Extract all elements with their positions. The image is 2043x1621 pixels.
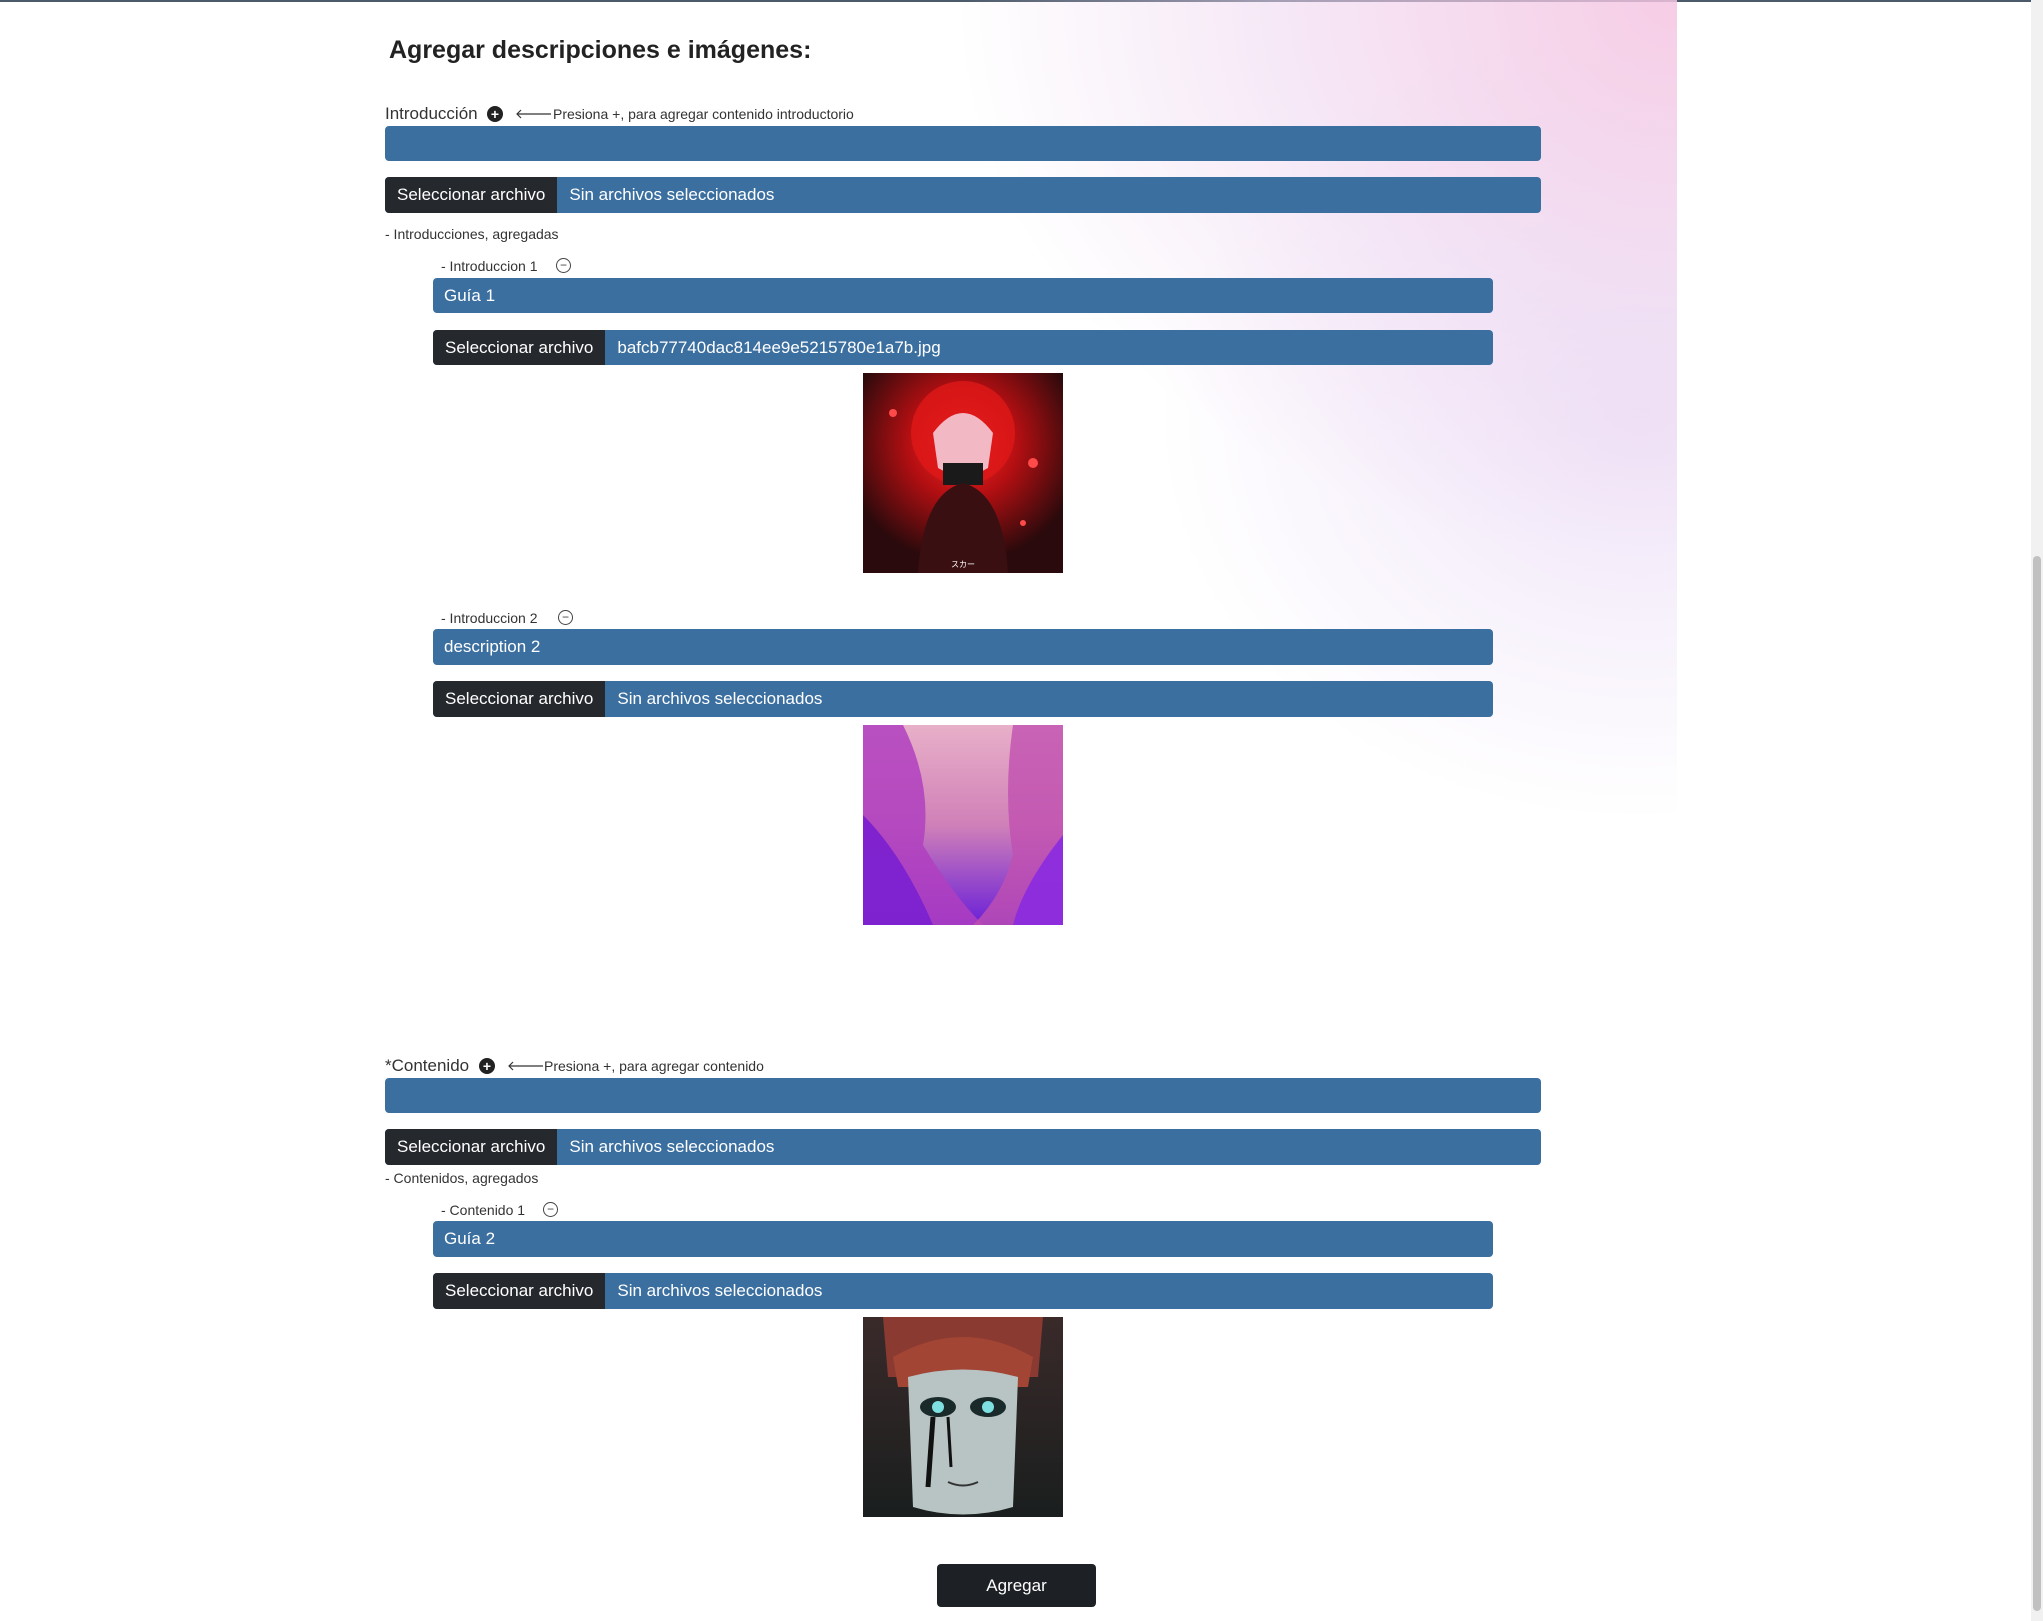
intro-item-2-label: - Introduccion 2: [441, 610, 538, 626]
intro-file-input[interactable]: Seleccionar archivo Sin archivos selecci…: [385, 177, 1541, 213]
content-item-1-text-input[interactable]: [433, 1221, 1493, 1257]
intro-item-1-image: スカー: [863, 373, 1063, 573]
content-item-1-image: [863, 1317, 1063, 1517]
content-item-1-label: - Contenido 1: [441, 1202, 526, 1218]
intro-item-1-file-name: bafcb77740dac814ee9e5215780e1a7b.jpg: [617, 337, 941, 357]
vertical-scrollbar[interactable]: [2031, 0, 2043, 1621]
intro-added-label: - Introducciones, agregadas: [385, 226, 559, 242]
content-label: *Contenido: [385, 1056, 470, 1075]
intro-item-1-file-input[interactable]: Seleccionar archivo bafcb77740dac814ee9e…: [433, 330, 1493, 365]
intro-item-1-file-button[interactable]: Seleccionar archivo: [433, 330, 606, 365]
page-title: Agregar descripciones e imágenes:: [389, 36, 812, 64]
content-item-1-file-button[interactable]: Seleccionar archivo: [433, 1273, 606, 1309]
remove-content-1-icon[interactable]: −: [543, 1202, 558, 1217]
intro-item-1-text-input[interactable]: [433, 278, 1493, 313]
intro-item-2-file-input[interactable]: Seleccionar archivo Sin archivos selecci…: [433, 681, 1493, 717]
add-intro-icon[interactable]: +: [487, 106, 503, 122]
intro-item-1-label: - Introduccion 1: [441, 258, 538, 274]
content-file-status: Sin archivos seleccionados: [569, 1137, 775, 1156]
intro-hint: Presiona +, para agregar contenido intro…: [553, 106, 854, 122]
intro-item-2-text-input[interactable]: [433, 629, 1493, 665]
content-text-input[interactable]: [385, 1078, 1541, 1113]
intro-file-status: Sin archivos seleccionados: [569, 185, 775, 204]
intro-label: Introducción: [385, 104, 478, 123]
content-file-input[interactable]: Seleccionar archivo Sin archivos selecci…: [385, 1129, 1541, 1165]
intro-file-button[interactable]: Seleccionar archivo: [385, 177, 558, 213]
intro-item-1-image-caption: スカー: [951, 560, 975, 569]
content-hint: Presiona +, para agregar contenido: [544, 1058, 764, 1074]
add-content-icon[interactable]: +: [479, 1058, 495, 1074]
remove-intro-2-icon[interactable]: −: [558, 610, 573, 625]
intro-item-2-file-name: Sin archivos seleccionados: [617, 689, 823, 708]
content-item-1-file-input[interactable]: Seleccionar archivo Sin archivos selecci…: [433, 1273, 1493, 1309]
content-item-1-file-name: Sin archivos seleccionados: [617, 1281, 823, 1300]
intro-item-2-file-button[interactable]: Seleccionar archivo: [433, 681, 606, 717]
remove-intro-1-icon[interactable]: −: [556, 258, 571, 273]
content-file-button[interactable]: Seleccionar archivo: [385, 1129, 558, 1165]
submit-button[interactable]: Agregar: [937, 1564, 1096, 1607]
intro-item-2-image: [863, 725, 1063, 925]
arrow-left-icon: [508, 1061, 543, 1071]
arrow-left-icon: [516, 109, 551, 119]
content-added-label: - Contenidos, agregados: [385, 1170, 539, 1186]
scrollbar-thumb[interactable]: [2033, 556, 2041, 1611]
intro-text-input[interactable]: [385, 126, 1541, 161]
